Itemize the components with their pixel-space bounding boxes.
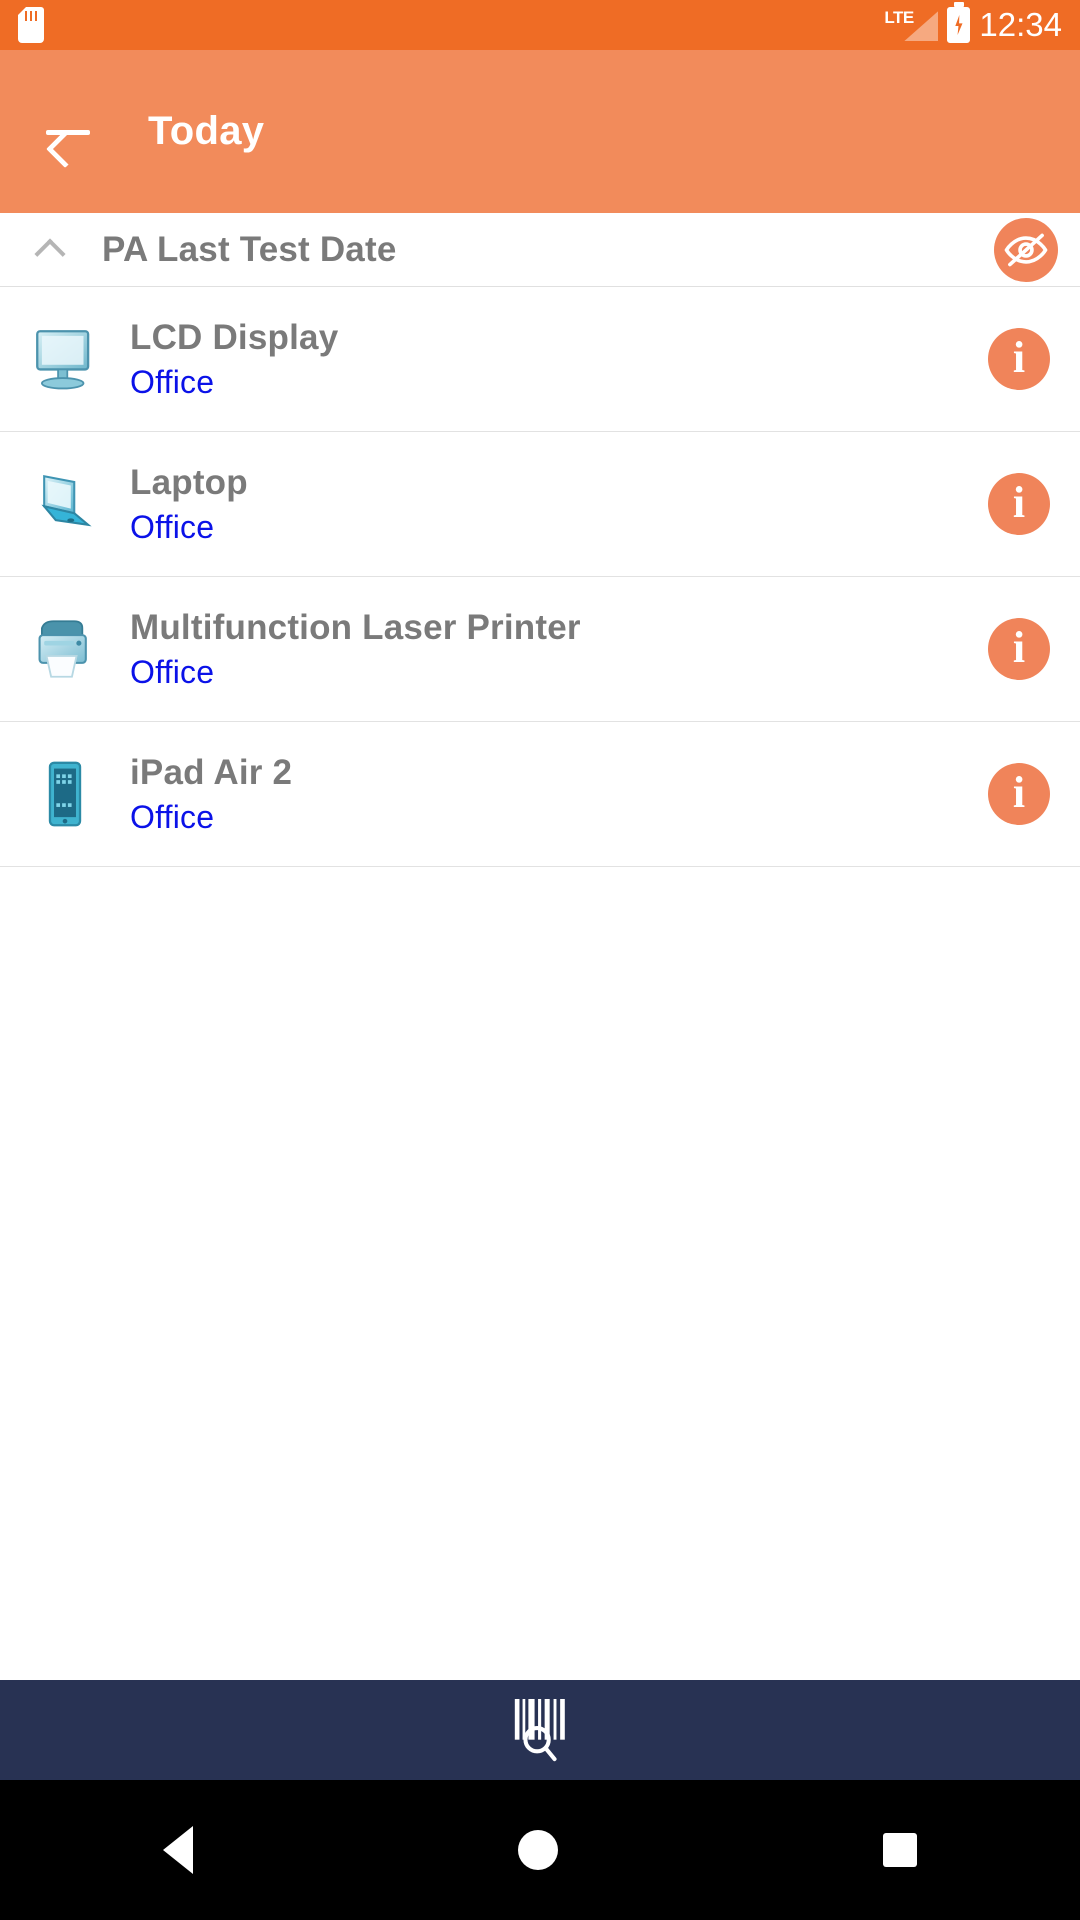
list-item-text: Multifunction Laser Printer Office <box>130 608 581 691</box>
app-toolbar: Today <box>0 50 1080 213</box>
triangle-back-icon[interactable] <box>162 1826 193 1874</box>
printer-icon <box>22 606 108 692</box>
info-circle-icon[interactable]: i <box>988 763 1050 825</box>
content-area: PA Last Test Date LCD Display Office i L… <box>0 213 1080 1680</box>
arrow-left-icon <box>46 116 90 148</box>
list-item[interactable]: Laptop Office i <box>0 432 1080 577</box>
info-circle-icon[interactable]: i <box>988 328 1050 390</box>
list-item-text: LCD Display Office <box>130 318 338 401</box>
info-circle-icon[interactable]: i <box>988 473 1050 535</box>
sd-card-icon <box>18 7 44 43</box>
battery-charging-icon <box>947 7 971 43</box>
section-title: PA Last Test Date <box>102 229 397 269</box>
status-bar: LTE 12:34 <box>0 0 1080 50</box>
laptop-icon <box>22 461 108 547</box>
list-item[interactable]: LCD Display Office i <box>0 287 1080 432</box>
list-item-subtitle: Office <box>130 363 215 400</box>
chevron-up-icon[interactable] <box>22 222 78 278</box>
eye-off-icon[interactable] <box>994 217 1058 282</box>
network-label: LTE <box>884 8 914 27</box>
square-recents-icon[interactable] <box>883 1833 918 1867</box>
monitor-icon <box>22 316 108 402</box>
back-button[interactable] <box>20 84 116 180</box>
list-item-title: iPad Air 2 <box>130 752 293 792</box>
barcode-scan-button[interactable] <box>0 1680 1080 1780</box>
status-bar-right: LTE 12:34 <box>884 6 1062 44</box>
circle-home-icon[interactable] <box>517 1830 558 1870</box>
list-item-title: Multifunction Laser Printer <box>130 607 581 647</box>
list-item[interactable]: iPad Air 2 Office i <box>0 722 1080 867</box>
list-item-text: Laptop Office <box>130 463 248 546</box>
page-title: Today <box>148 109 265 153</box>
list-item-text: iPad Air 2 Office <box>130 753 292 836</box>
list-item-subtitle: Office <box>130 798 215 835</box>
barcode-scan-icon <box>514 1699 565 1762</box>
info-circle-icon[interactable]: i <box>988 618 1050 680</box>
android-nav-bar <box>0 1780 1080 1920</box>
list-item-title: Laptop <box>130 462 248 502</box>
section-header-pa-last-test-date[interactable]: PA Last Test Date <box>0 213 1080 287</box>
list-item[interactable]: Multifunction Laser Printer Office i <box>0 577 1080 722</box>
signal-icon: LTE <box>884 7 939 43</box>
list-item-title: LCD Display <box>130 317 339 357</box>
tablet-icon <box>22 751 108 837</box>
list-item-subtitle: Office <box>130 653 215 690</box>
list-item-subtitle: Office <box>130 508 215 545</box>
status-bar-clock: 12:34 <box>979 6 1062 43</box>
